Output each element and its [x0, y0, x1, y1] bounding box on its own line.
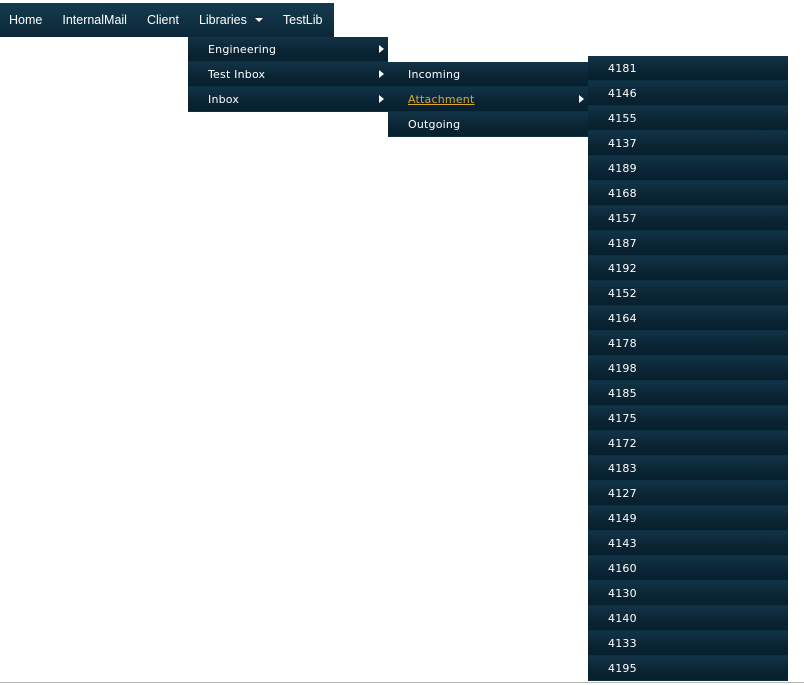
- menu-item-label: 4192: [608, 262, 637, 275]
- menu-item-attachment-id[interactable]: 4168: [588, 181, 788, 206]
- menu-item-inbox[interactable]: Inbox: [188, 87, 388, 112]
- menu-item-label: 4140: [608, 612, 637, 625]
- menu-item-attachment-id[interactable]: 4130: [588, 581, 788, 606]
- nav-item-client[interactable]: Client: [138, 3, 179, 37]
- menu-item-label: 4198: [608, 362, 637, 375]
- menu-item-label: 4127: [608, 487, 637, 500]
- menu-item-attachment-id[interactable]: 4187: [588, 231, 788, 256]
- menu-item-attachment[interactable]: Attachment: [388, 87, 588, 112]
- menu-item-attachment-id[interactable]: 4143: [588, 531, 788, 556]
- chevron-right-icon: [379, 45, 384, 53]
- menu-item-label: 4178: [608, 337, 637, 350]
- nav-item-testlib[interactable]: TestLib: [274, 3, 323, 37]
- nav-item-libraries[interactable]: Libraries: [190, 3, 263, 37]
- menu-item-label: Outgoing: [408, 118, 461, 131]
- menu-item-attachment-id[interactable]: 4160: [588, 556, 788, 581]
- menu-item-label: 4133: [608, 637, 637, 650]
- nav-item-label: Libraries: [198, 13, 247, 27]
- menu-item-label: 4195: [608, 662, 637, 675]
- nav-item-label: Home: [9, 13, 43, 27]
- top-nav-bar: Home InternalMail Client Libraries TestL…: [0, 3, 334, 37]
- menu-item-label: 4130: [608, 587, 637, 600]
- attachment-submenu: 4181 4146 4155 4137 4189 4168 4157 4187 …: [588, 56, 788, 681]
- menu-item-attachment-id[interactable]: 4157: [588, 206, 788, 231]
- menu-item-label: 4152: [608, 287, 637, 300]
- menu-item-engineering[interactable]: Engineering: [188, 37, 388, 62]
- menu-item-label: 4137: [608, 137, 637, 150]
- nav-item-internalmail[interactable]: InternalMail: [53, 3, 127, 37]
- menu-item-label: 4146: [608, 87, 637, 100]
- menu-item-label: 4168: [608, 187, 637, 200]
- menu-item-attachment-id[interactable]: 4189: [588, 156, 788, 181]
- page-bottom-divider: [0, 682, 804, 683]
- menu-item-attachment-id[interactable]: 4178: [588, 331, 788, 356]
- menu-item-attachment-id[interactable]: 4146: [588, 81, 788, 106]
- menu-item-label: 4160: [608, 562, 637, 575]
- chevron-right-icon: [579, 95, 584, 103]
- menu-item-label: Inbox: [208, 93, 240, 106]
- menu-item-attachment-id[interactable]: 4172: [588, 431, 788, 456]
- menu-item-attachment-id[interactable]: 4149: [588, 506, 788, 531]
- nav-item-label: InternalMail: [62, 13, 127, 27]
- menu-item-incoming[interactable]: Incoming: [388, 62, 588, 87]
- menu-item-attachment-id[interactable]: 4152: [588, 281, 788, 306]
- menu-item-label: Attachment: [408, 93, 475, 106]
- menu-item-label: 4155: [608, 112, 637, 125]
- menu-item-attachment-id[interactable]: 4185: [588, 381, 788, 406]
- menu-item-label: 4149: [608, 512, 637, 525]
- menu-item-attachment-id[interactable]: 4127: [588, 481, 788, 506]
- menu-item-attachment-id[interactable]: 4175: [588, 406, 788, 431]
- menu-item-label: 4181: [608, 62, 637, 75]
- menu-item-attachment-id[interactable]: 4181: [588, 56, 788, 81]
- menu-item-attachment-id[interactable]: 4164: [588, 306, 788, 331]
- menu-item-label: 4164: [608, 312, 637, 325]
- menu-item-label: 4143: [608, 537, 637, 550]
- menu-item-attachment-id[interactable]: 4198: [588, 356, 788, 381]
- menu-item-outgoing[interactable]: Outgoing: [388, 112, 588, 137]
- menu-item-attachment-id[interactable]: 4192: [588, 256, 788, 281]
- nav-item-label: Client: [146, 13, 179, 27]
- menu-item-label: 4175: [608, 412, 637, 425]
- menu-item-attachment-id[interactable]: 4140: [588, 606, 788, 631]
- menu-item-attachment-id[interactable]: 4133: [588, 631, 788, 656]
- menu-item-attachment-id[interactable]: 4155: [588, 106, 788, 131]
- menu-item-label: 4185: [608, 387, 637, 400]
- menu-item-test-inbox[interactable]: Test Inbox: [188, 62, 388, 87]
- menu-item-attachment-id[interactable]: 4183: [588, 456, 788, 481]
- menu-item-attachment-id[interactable]: 4195: [588, 656, 788, 681]
- test-inbox-submenu: Incoming Attachment Outgoing: [388, 62, 588, 137]
- nav-item-home[interactable]: Home: [0, 3, 42, 37]
- libraries-dropdown-menu: Engineering Test Inbox Inbox: [188, 37, 388, 112]
- menu-item-label: Test Inbox: [208, 68, 266, 81]
- chevron-right-icon: [379, 70, 384, 78]
- chevron-right-icon: [379, 95, 384, 103]
- menu-item-label: Engineering: [208, 43, 277, 56]
- menu-item-label: 4189: [608, 162, 637, 175]
- menu-item-label: 4187: [608, 237, 637, 250]
- nav-item-label: TestLib: [282, 13, 323, 27]
- menu-item-label: Incoming: [408, 68, 461, 81]
- menu-item-label: 4157: [608, 212, 637, 225]
- caret-down-icon: [254, 18, 263, 22]
- menu-item-label: 4172: [608, 437, 637, 450]
- menu-item-label: 4183: [608, 462, 637, 475]
- menu-item-attachment-id[interactable]: 4137: [588, 131, 788, 156]
